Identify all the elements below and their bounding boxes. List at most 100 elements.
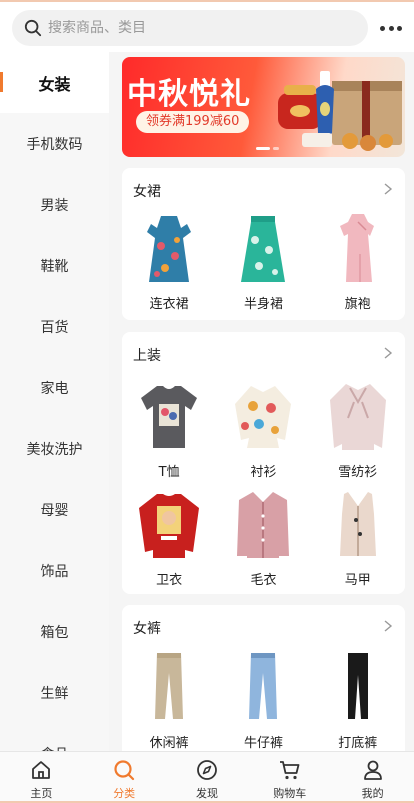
product-label: 雪纺衫 (338, 465, 378, 480)
section-card-tops: 上装 T恤 衬衫 雪纺衫 卫衣 毛衣 马甲 (122, 332, 405, 594)
tab-category[interactable]: 分类 (83, 752, 166, 803)
sidebar-item-bags[interactable]: 箱包 (0, 601, 109, 662)
sidebar-item-fresh[interactable]: 生鲜 (0, 662, 109, 723)
leggings-icon (347, 653, 368, 719)
section-title: 女裤 (133, 621, 161, 637)
sidebar-item-food[interactable]: 食品 (0, 723, 109, 752)
section-card-skirts: 女裙 连衣裙 半身裙 旗袍 (122, 168, 405, 320)
gift-box-illustration (278, 71, 402, 151)
product-label: 毛衣 (250, 573, 277, 588)
sidebar-item-digital[interactable]: 手机数码 (0, 113, 109, 174)
tab-discover[interactable]: 发现 (166, 752, 249, 803)
sidebar-item-label: 饰品 (40, 563, 69, 580)
sidebar-item-baby[interactable]: 母婴 (0, 479, 109, 540)
sidebar-item-label: 母婴 (40, 502, 69, 519)
sidebar-item-label: 鞋靴 (40, 258, 69, 275)
category-sidebar: 女装 手机数码 男装 鞋靴 百货 家电 美妆洗护 母婴 饰品 箱包 生鲜 食品 (0, 52, 109, 751)
product-label: T恤 (158, 465, 180, 480)
more-dots-icon[interactable] (380, 18, 402, 38)
sidebar-item-women[interactable]: 女装 (0, 52, 109, 113)
product-category-item[interactable]: 旗袍 (311, 210, 405, 318)
tab-label: 我的 (361, 787, 384, 800)
product-label: 马甲 (344, 573, 371, 588)
product-category-item[interactable]: 打底裤 (311, 649, 405, 751)
product-label: 休闲裤 (149, 736, 189, 751)
banner-indicator (273, 147, 279, 150)
search-input[interactable] (48, 20, 338, 36)
dress-icon (147, 216, 192, 282)
sidebar-item-label: 女装 (38, 74, 71, 94)
product-label: 旗袍 (344, 297, 371, 312)
sidebar-item-label: 食品 (41, 744, 69, 752)
jeans-icon (249, 653, 278, 719)
section-header[interactable]: 上装 (122, 332, 405, 374)
skirt-icon (241, 216, 286, 282)
coupon-button[interactable]: 领券满199减60 (136, 111, 250, 133)
chevron-right-icon[interactable] (383, 344, 393, 363)
sidebar-item-label: 手机数码 (26, 136, 83, 153)
cart-icon (279, 761, 300, 780)
product-category-item[interactable]: T恤 (122, 378, 216, 486)
vest-icon (339, 492, 376, 556)
banner-indicator-active (256, 147, 270, 150)
product-category-item[interactable]: 卫衣 (122, 486, 216, 594)
product-label: 衬衫 (250, 465, 277, 480)
tab-label: 主页 (30, 787, 53, 800)
product-category-item[interactable]: 休闲裤 (122, 649, 216, 751)
product-label: 连衣裙 (149, 297, 189, 312)
tshirt-icon (141, 386, 198, 448)
search-bar[interactable] (12, 10, 368, 46)
product-label: 半身裙 (243, 297, 283, 312)
casual-pants-icon (155, 653, 184, 719)
sidebar-item-label: 男装 (40, 197, 69, 214)
product-category-item[interactable]: 牛仔裤 (216, 649, 310, 751)
sidebar-item-label: 百货 (40, 319, 69, 336)
product-category-item[interactable]: 衬衫 (216, 378, 310, 486)
tab-cart[interactable]: 购物车 (248, 752, 331, 803)
tab-home[interactable]: 主页 (0, 752, 83, 803)
sidebar-item-accessories[interactable]: 饰品 (0, 540, 109, 601)
tab-label: 购物车 (273, 787, 307, 800)
search-icon (24, 19, 42, 37)
user-icon (363, 760, 382, 780)
sidebar-item-general[interactable]: 百货 (0, 296, 109, 357)
product-category-item[interactable]: 连衣裙 (122, 210, 216, 318)
product-category-item[interactable]: 雪纺衫 (311, 378, 405, 486)
product-label: 卫衣 (156, 573, 183, 588)
chevron-right-icon[interactable] (383, 180, 393, 199)
tab-label: 分类 (113, 787, 136, 800)
product-category-item[interactable]: 半身裙 (216, 210, 310, 318)
sidebar-item-shoes[interactable]: 鞋靴 (0, 235, 109, 296)
product-label: 打底裤 (338, 736, 378, 751)
shirt-icon (235, 386, 292, 448)
header (0, 2, 414, 52)
banner-title: 中秋悦礼 (127, 77, 251, 112)
sweater-icon (237, 492, 290, 558)
sidebar-item-label: 箱包 (40, 624, 69, 641)
section-header[interactable]: 女裤 (122, 605, 405, 647)
tab-label: 发现 (195, 787, 218, 800)
compass-icon (197, 760, 217, 780)
sweatshirt-icon (139, 494, 200, 558)
sidebar-item-label: 家电 (40, 380, 69, 397)
tab-me[interactable]: 我的 (331, 752, 414, 803)
category-icon (114, 760, 135, 781)
product-label: 牛仔裤 (243, 736, 283, 751)
sidebar-item-men[interactable]: 男装 (0, 174, 109, 235)
sidebar-item-appliances[interactable]: 家电 (0, 357, 109, 418)
sidebar-item-beauty[interactable]: 美妆洗护 (0, 418, 109, 479)
bottom-tab-bar: 主页 分类 发现 购物车 我的 (0, 751, 414, 803)
promo-banner[interactable]: 中秋悦礼 领券满199减60 (122, 57, 405, 157)
product-category-item[interactable]: 毛衣 (216, 486, 310, 594)
sidebar-item-label: 美妆洗护 (26, 441, 83, 458)
section-title: 女裙 (133, 184, 161, 200)
section-header[interactable]: 女裙 (122, 168, 405, 210)
sidebar-item-label: 生鲜 (40, 685, 69, 702)
home-icon (32, 761, 51, 779)
category-content: 中秋悦礼 领券满199减60 女裙 连衣裙 半身裙 旗袍 上装 T恤 衬衫 雪纺… (109, 52, 414, 751)
section-title: 上装 (133, 348, 161, 364)
chiffon-blouse-icon (329, 384, 386, 450)
product-category-item[interactable]: 马甲 (311, 486, 405, 594)
chevron-right-icon[interactable] (383, 617, 393, 636)
qipao-icon (339, 214, 374, 282)
